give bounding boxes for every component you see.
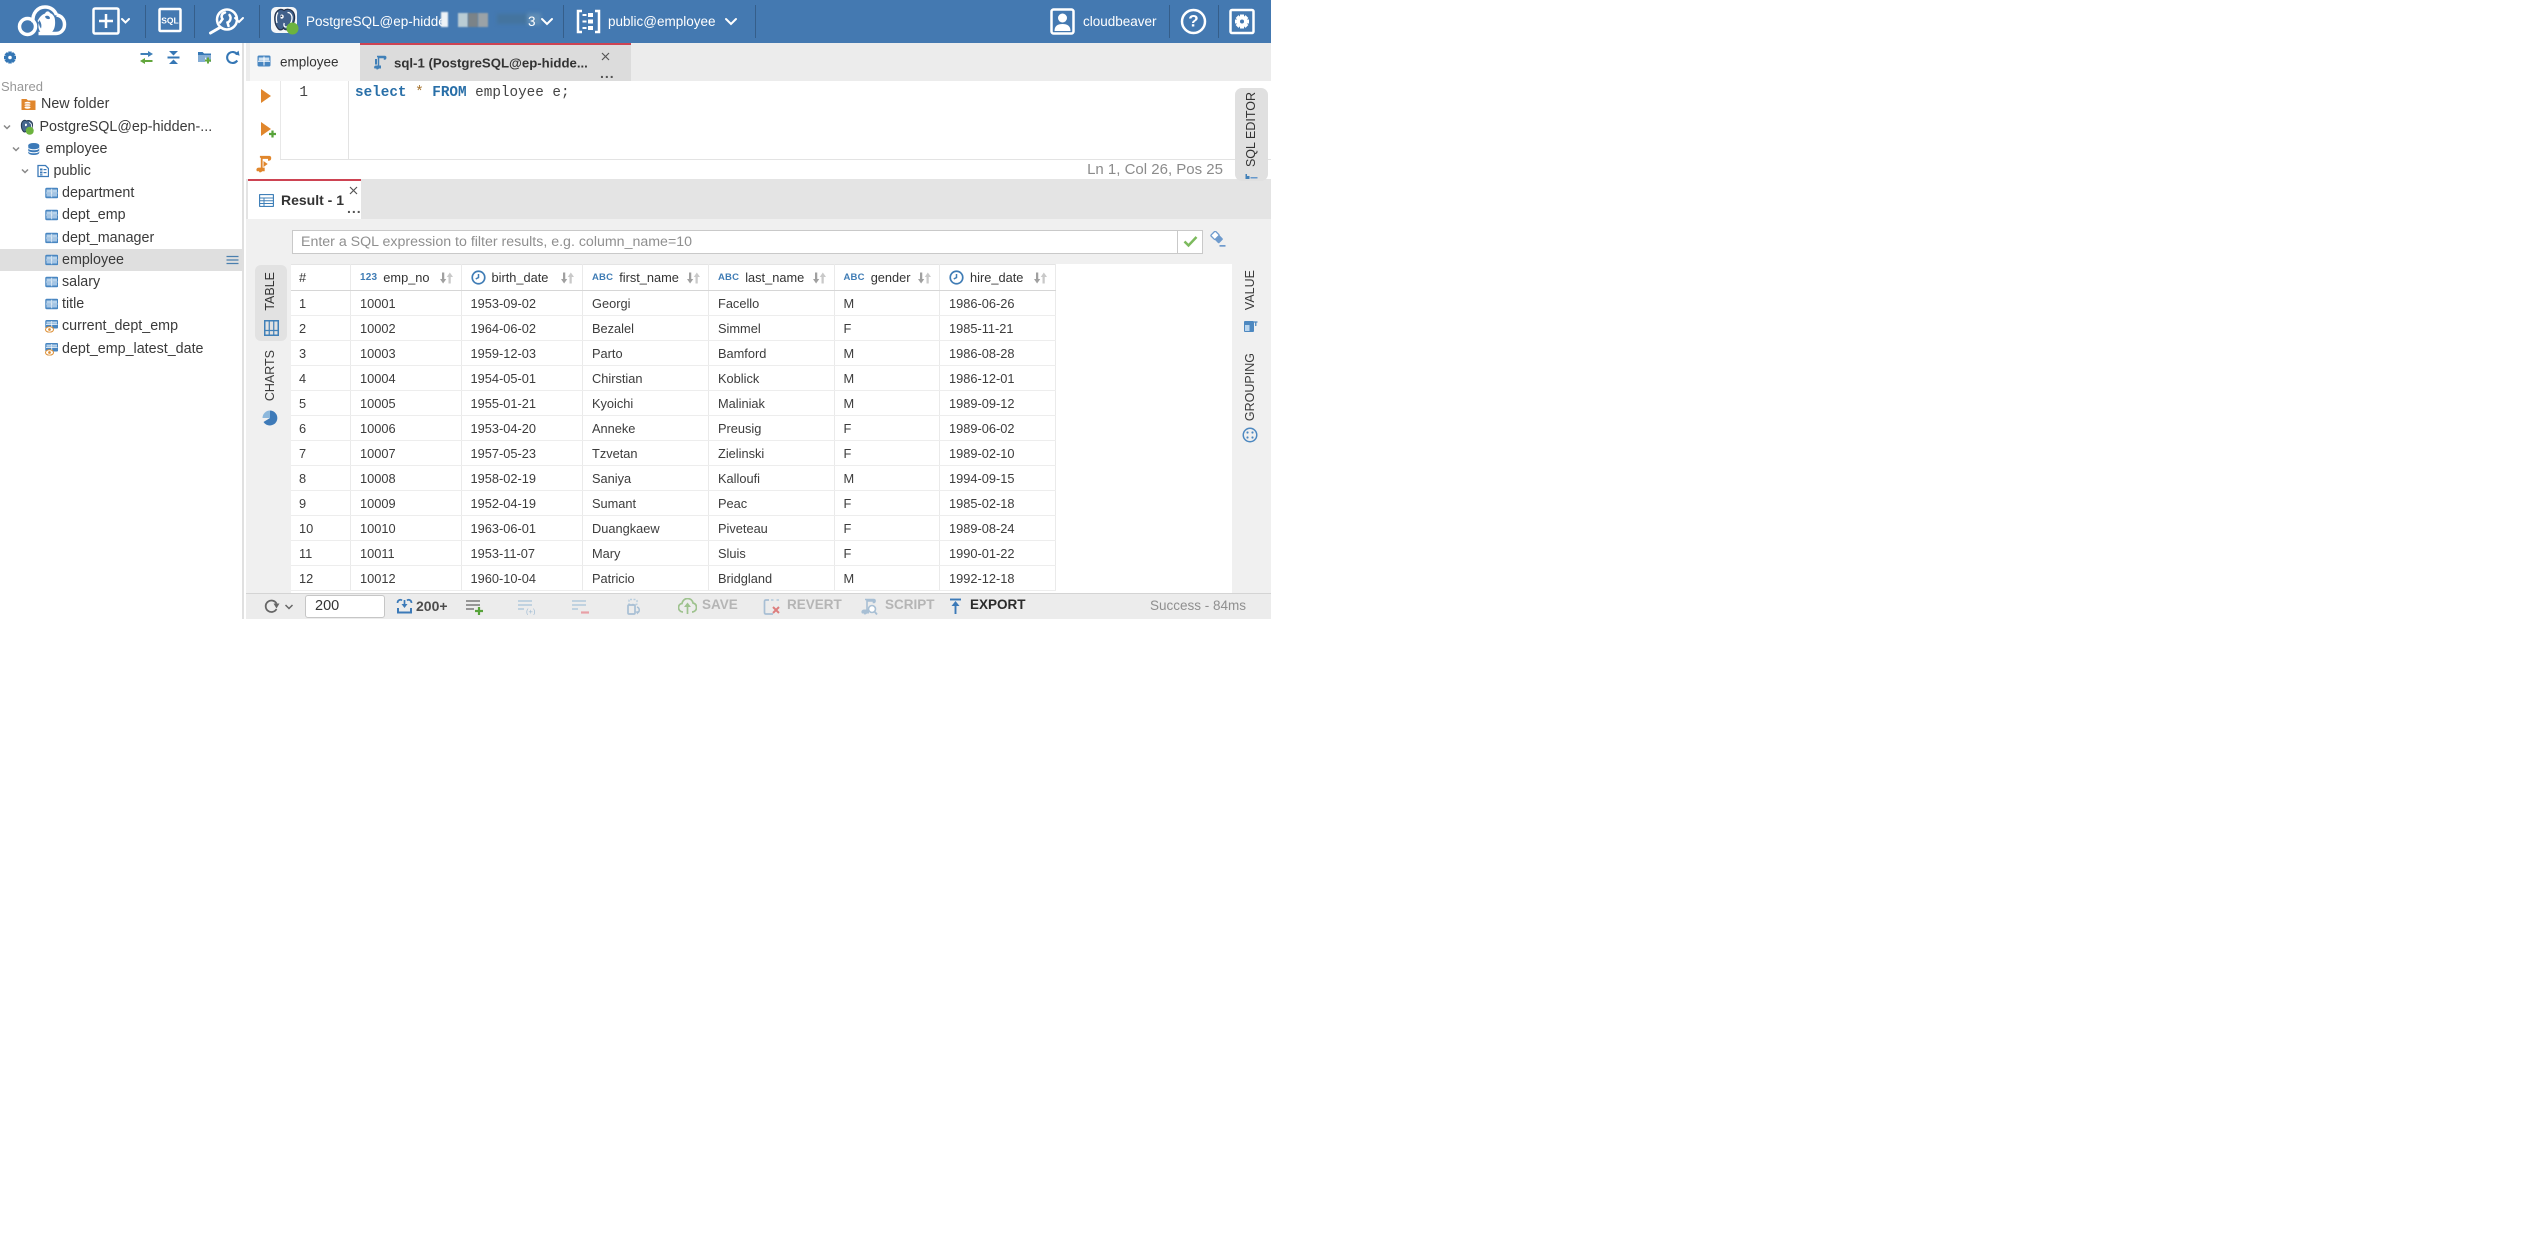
svg-text:(+): (+)	[526, 607, 536, 615]
svg-text:?: ?	[1188, 12, 1198, 31]
svg-text:SQL: SQL	[161, 16, 178, 26]
